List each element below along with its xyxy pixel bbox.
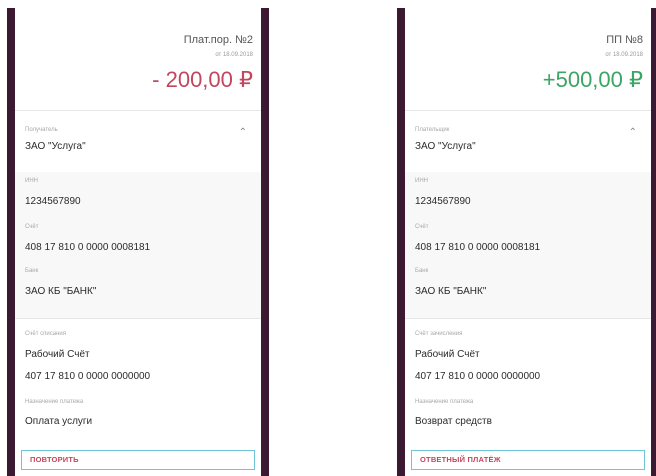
payment-header: ПП №8 от 18.09.2018 +500,00 ₽ bbox=[405, 8, 651, 110]
account-value: 408 17 810 0 0000 0008181 bbox=[415, 242, 541, 253]
document-date: от 18.09.2018 bbox=[215, 52, 253, 58]
debit-account-number: 407 17 810 0 0000 0000000 bbox=[25, 371, 151, 382]
inn-value: 1234567890 bbox=[25, 196, 81, 207]
purpose-value: Оплата услуги bbox=[25, 416, 93, 427]
counterparty-details: ИНН 1234567890 Счёт 408 17 810 0 0000 00… bbox=[405, 172, 651, 318]
counterparty-details: ИНН 1234567890 Счёт 408 17 810 0 0000 00… bbox=[15, 172, 261, 318]
payment-detail-panel: ПП №8 от 18.09.2018 +500,00 ₽ Плательщик… bbox=[405, 8, 651, 476]
payment-detail-panel: Плат.пор. №2 от 18.09.2018 - 200,00 ₽ По… bbox=[15, 8, 261, 476]
account-label: Счёт bbox=[415, 224, 429, 230]
credit-account-name: Рабочий Счёт bbox=[415, 349, 480, 360]
purpose-value: Возврат средств bbox=[415, 416, 492, 427]
account-label: Счёт bbox=[25, 224, 39, 230]
credit-section: Счёт зачисления Рабочий Счёт 407 17 810 … bbox=[405, 318, 651, 449]
purpose-label: Назначение платежа bbox=[415, 399, 474, 405]
payment-amount: +500,00 ₽ bbox=[542, 67, 643, 92]
payer-value: ЗАО "Услуга" bbox=[415, 141, 476, 152]
recipient-value: ЗАО "Услуга" bbox=[25, 141, 86, 152]
incoming-payment-screen: ПП №8 от 18.09.2018 +500,00 ₽ Плательщик… bbox=[397, 8, 656, 476]
chevron-up-icon[interactable]: ⌃ bbox=[629, 127, 637, 138]
purpose-label: Назначение платежа bbox=[25, 399, 84, 405]
bank-label: Банк bbox=[415, 268, 429, 274]
inn-value: 1234567890 bbox=[415, 196, 471, 207]
credit-account-label: Счёт зачисления bbox=[415, 331, 463, 337]
chevron-up-icon[interactable]: ⌃ bbox=[239, 127, 247, 138]
repeat-button-label: ПОВТОРИТЬ bbox=[30, 455, 79, 464]
debit-account-name: Рабочий Счёт bbox=[25, 349, 90, 360]
document-date: от 18.09.2018 bbox=[605, 52, 643, 58]
repeat-button[interactable]: ПОВТОРИТЬ bbox=[21, 450, 255, 470]
credit-account-number: 407 17 810 0 0000 0000000 bbox=[415, 371, 541, 382]
recipient-label: Получатель bbox=[25, 127, 58, 133]
inn-label: ИНН bbox=[415, 178, 428, 184]
inn-label: ИНН bbox=[25, 178, 38, 184]
reply-payment-button-label: ОТВЕТНЫЙ ПЛАТЁЖ bbox=[420, 455, 501, 464]
document-title: Плат.пор. №2 bbox=[183, 34, 253, 46]
debit-account-label: Счёт списания bbox=[25, 331, 66, 337]
account-value: 408 17 810 0 0000 0008181 bbox=[25, 242, 151, 253]
payer-label: Плательщик bbox=[415, 127, 450, 133]
payment-header: Плат.пор. №2 от 18.09.2018 - 200,00 ₽ bbox=[15, 8, 261, 110]
outgoing-payment-screen: Плат.пор. №2 от 18.09.2018 - 200,00 ₽ По… bbox=[7, 8, 269, 476]
payment-amount: - 200,00 ₽ bbox=[152, 67, 253, 92]
bank-label: Банк bbox=[25, 268, 39, 274]
debit-section: Счёт списания Рабочий Счёт 407 17 810 0 … bbox=[15, 318, 261, 449]
counterparty-section[interactable]: Получатель ЗАО "Услуга" ⌃ bbox=[15, 110, 261, 173]
counterparty-section[interactable]: Плательщик ЗАО "Услуга" ⌃ bbox=[405, 110, 651, 173]
reply-payment-button[interactable]: ОТВЕТНЫЙ ПЛАТЁЖ bbox=[411, 450, 645, 470]
bank-value: ЗАО КБ "БАНК" bbox=[415, 286, 487, 297]
bank-value: ЗАО КБ "БАНК" bbox=[25, 286, 97, 297]
document-title: ПП №8 bbox=[606, 34, 643, 46]
